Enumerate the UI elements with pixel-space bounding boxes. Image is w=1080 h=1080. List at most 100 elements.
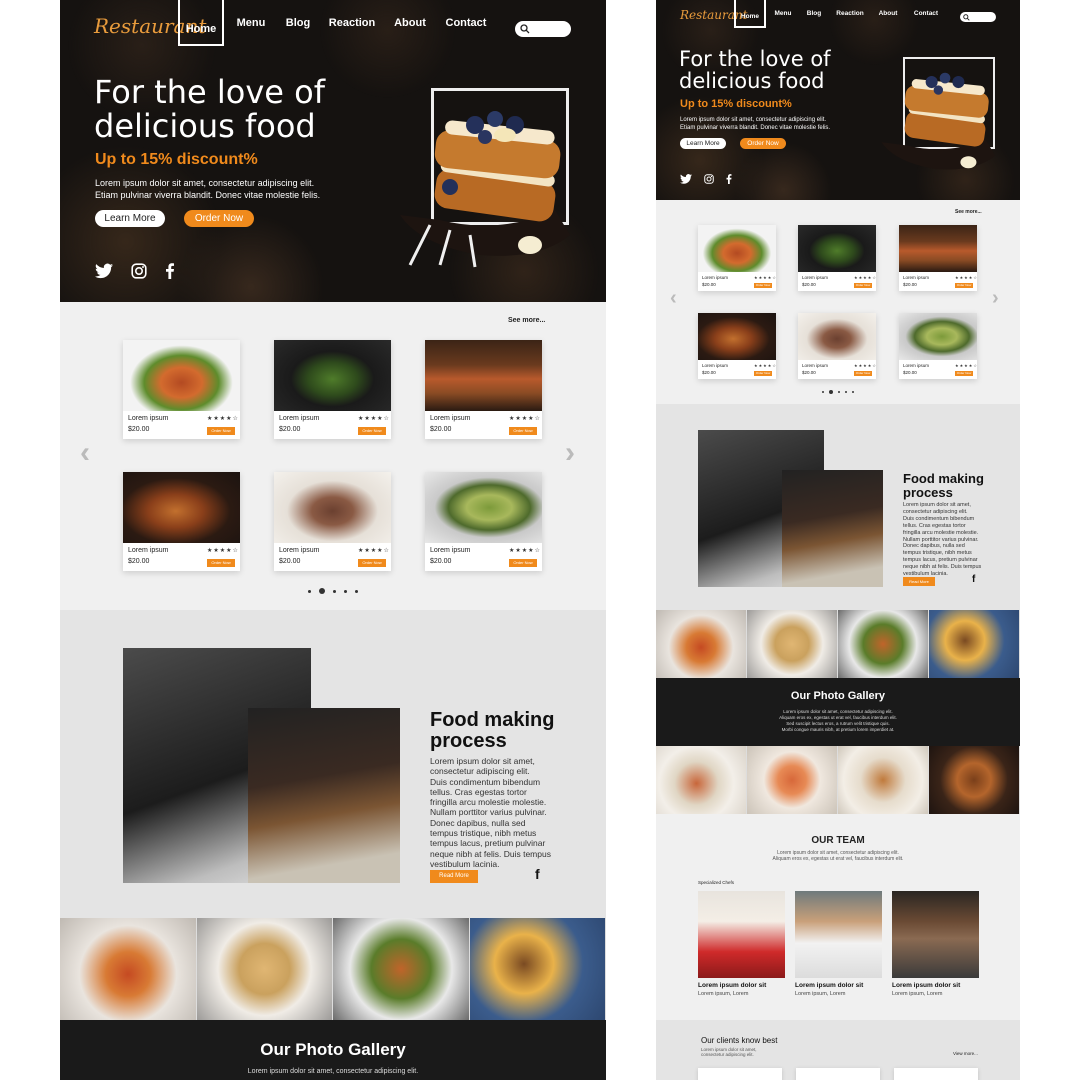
gallery-image[interactable] (333, 918, 470, 1020)
carousel-next-arrow[interactable]: › (992, 287, 999, 310)
instagram-icon[interactable] (131, 263, 147, 279)
carousel-dot-active[interactable] (319, 588, 325, 594)
learn-more-button[interactable]: Learn More (95, 210, 165, 227)
gallery-image[interactable] (469, 918, 606, 1020)
facebook-icon[interactable] (726, 174, 732, 184)
order-now-button[interactable]: Order Now (207, 559, 235, 567)
order-now-button[interactable]: Order Now (740, 138, 786, 149)
order-now-button[interactable]: Order Now (207, 427, 235, 435)
facebook-icon[interactable]: f (972, 574, 975, 585)
order-now-button[interactable]: Order Now (184, 210, 254, 227)
order-now-button[interactable]: Order Now (955, 371, 973, 376)
menu-card[interactable]: Lorem ipsum ★★★★☆ $20.00 Order Now (274, 472, 391, 571)
carousel-dot[interactable] (822, 391, 824, 393)
nav-about[interactable]: About (386, 0, 434, 52)
menu-card-name: Lorem ipsum (702, 363, 729, 368)
menu-card[interactable]: Lorem ipsum ★★★★☆ $20.00 Order Now (698, 313, 776, 379)
order-now-button[interactable]: Order Now (509, 427, 537, 435)
nav-about[interactable]: About (872, 0, 904, 31)
menu-card[interactable]: Lorem ipsum ★★★★☆ $20.00 Order Now (899, 313, 977, 379)
process-text-line: Lorem ipsum dolor sit amet, (430, 756, 535, 766)
menu-card[interactable]: Lorem ipsum ★★★★☆ $20.00 Order Now (123, 472, 240, 571)
gallery-text-line: Sed suscipit lectus eros, a rutrum velit… (786, 721, 890, 726)
order-now-button[interactable]: Order Now (358, 559, 386, 567)
carousel-dot[interactable] (845, 391, 847, 393)
process-text-line: Duis condimentum bibendum (430, 776, 541, 787)
menu-card-name: Lorem ipsum (128, 415, 169, 422)
menu-card[interactable]: Lorem ipsum ★★★★☆ $20.00 Order Now (425, 472, 542, 571)
client-card[interactable] (796, 1068, 880, 1080)
food-process-section: Food making process Lorem ipsum dolor si… (60, 610, 606, 918)
gallery-image[interactable] (838, 746, 929, 814)
carousel-dot[interactable] (344, 589, 347, 593)
order-now-button[interactable]: Order Now (754, 371, 772, 376)
order-now-button[interactable]: Order Now (509, 559, 537, 567)
menu-card[interactable]: Lorem ipsum ★★★★☆ $20.00 Order Now (899, 225, 977, 291)
carousel-dot[interactable] (333, 589, 336, 593)
twitter-icon[interactable] (680, 174, 692, 184)
instagram-icon[interactable] (704, 174, 714, 184)
menu-card-image (798, 225, 876, 272)
nav-menu[interactable]: Menu (224, 0, 278, 52)
gallery-image[interactable] (929, 746, 1020, 814)
nav-blog[interactable]: Blog (278, 0, 318, 52)
menu-card-rating: ★★★★☆ (754, 363, 777, 368)
nav-blog[interactable]: Blog (800, 0, 828, 31)
facebook-icon[interactable] (165, 263, 175, 279)
client-card[interactable] (894, 1068, 978, 1080)
gallery-image[interactable] (656, 610, 747, 678)
see-more-link[interactable]: See more... (508, 317, 545, 324)
team-member[interactable]: Lorem ipsum dolor sit Lorem ipsum, Lorem (795, 891, 882, 1001)
gallery-image[interactable] (929, 610, 1020, 678)
gallery-image[interactable] (838, 610, 929, 678)
carousel-dot[interactable] (852, 391, 854, 393)
team-member[interactable]: Lorem ipsum dolor sit Lorem ipsum, Lorem (698, 891, 785, 1001)
menu-card-price: $20.00 (430, 558, 452, 565)
view-more-link[interactable]: View more... (953, 1051, 978, 1056)
menu-card[interactable]: Lorem ipsum ★★★★☆ $20.00 Order Now (798, 313, 876, 379)
chef-dough-image (782, 470, 883, 587)
read-more-button[interactable]: Read More (430, 870, 478, 883)
facebook-icon[interactable]: f (535, 866, 540, 882)
member-role: Lorem ipsum, Lorem (698, 991, 749, 997)
carousel-next-arrow[interactable]: › (565, 436, 575, 470)
nav-home[interactable]: Home (178, 0, 224, 46)
order-now-button[interactable]: Order Now (358, 427, 386, 435)
carousel-dot[interactable] (308, 589, 311, 593)
nav-contact[interactable]: Contact (904, 0, 948, 31)
discount-text: Up to 15% discount% (95, 151, 258, 168)
nav-menu[interactable]: Menu (766, 0, 800, 31)
gallery-image[interactable] (747, 610, 838, 678)
search-input[interactable] (960, 12, 996, 22)
nav-contact[interactable]: Contact (434, 0, 498, 52)
nav-reaction[interactable]: Reaction (318, 0, 386, 52)
team-member[interactable]: Lorem ipsum dolor sit Lorem ipsum, Lorem (892, 891, 979, 1001)
read-more-button[interactable]: Read More (903, 577, 935, 586)
client-card[interactable] (698, 1068, 782, 1080)
order-now-button[interactable]: Order Now (955, 283, 973, 288)
see-more-link[interactable]: See more... (955, 209, 982, 215)
menu-card[interactable]: Lorem ipsum ★★★★☆ $20.00 Order Now (274, 340, 391, 439)
carousel-prev-arrow[interactable]: ‹ (80, 436, 90, 470)
order-now-button[interactable]: Order Now (754, 283, 772, 288)
carousel-dot[interactable] (355, 589, 358, 593)
menu-card[interactable]: Lorem ipsum ★★★★☆ $20.00 Order Now (425, 340, 542, 439)
menu-card[interactable]: Lorem ipsum ★★★★☆ $20.00 Order Now (698, 225, 776, 291)
gallery-image[interactable] (60, 918, 197, 1020)
gallery-image[interactable] (747, 746, 838, 814)
carousel-dot-active[interactable] (829, 390, 833, 394)
nav-reaction[interactable]: Reaction (828, 0, 872, 31)
search-input[interactable] (515, 21, 571, 37)
carousel-prev-arrow[interactable]: ‹ (670, 287, 677, 310)
menu-card[interactable]: Lorem ipsum ★★★★☆ $20.00 Order Now (798, 225, 876, 291)
carousel-dot[interactable] (838, 391, 840, 393)
learn-more-button[interactable]: Learn More (680, 138, 726, 149)
gallery-image[interactable] (656, 746, 747, 814)
order-now-button[interactable]: Order Now (854, 283, 872, 288)
gallery-image[interactable] (196, 918, 333, 1020)
nav-home[interactable]: Home (734, 0, 766, 28)
twitter-icon[interactable] (95, 263, 113, 279)
menu-card[interactable]: Lorem ipsum ★★★★☆ $20.00 Order Now (123, 340, 240, 439)
menu-card-image (425, 340, 542, 411)
order-now-button[interactable]: Order Now (854, 371, 872, 376)
